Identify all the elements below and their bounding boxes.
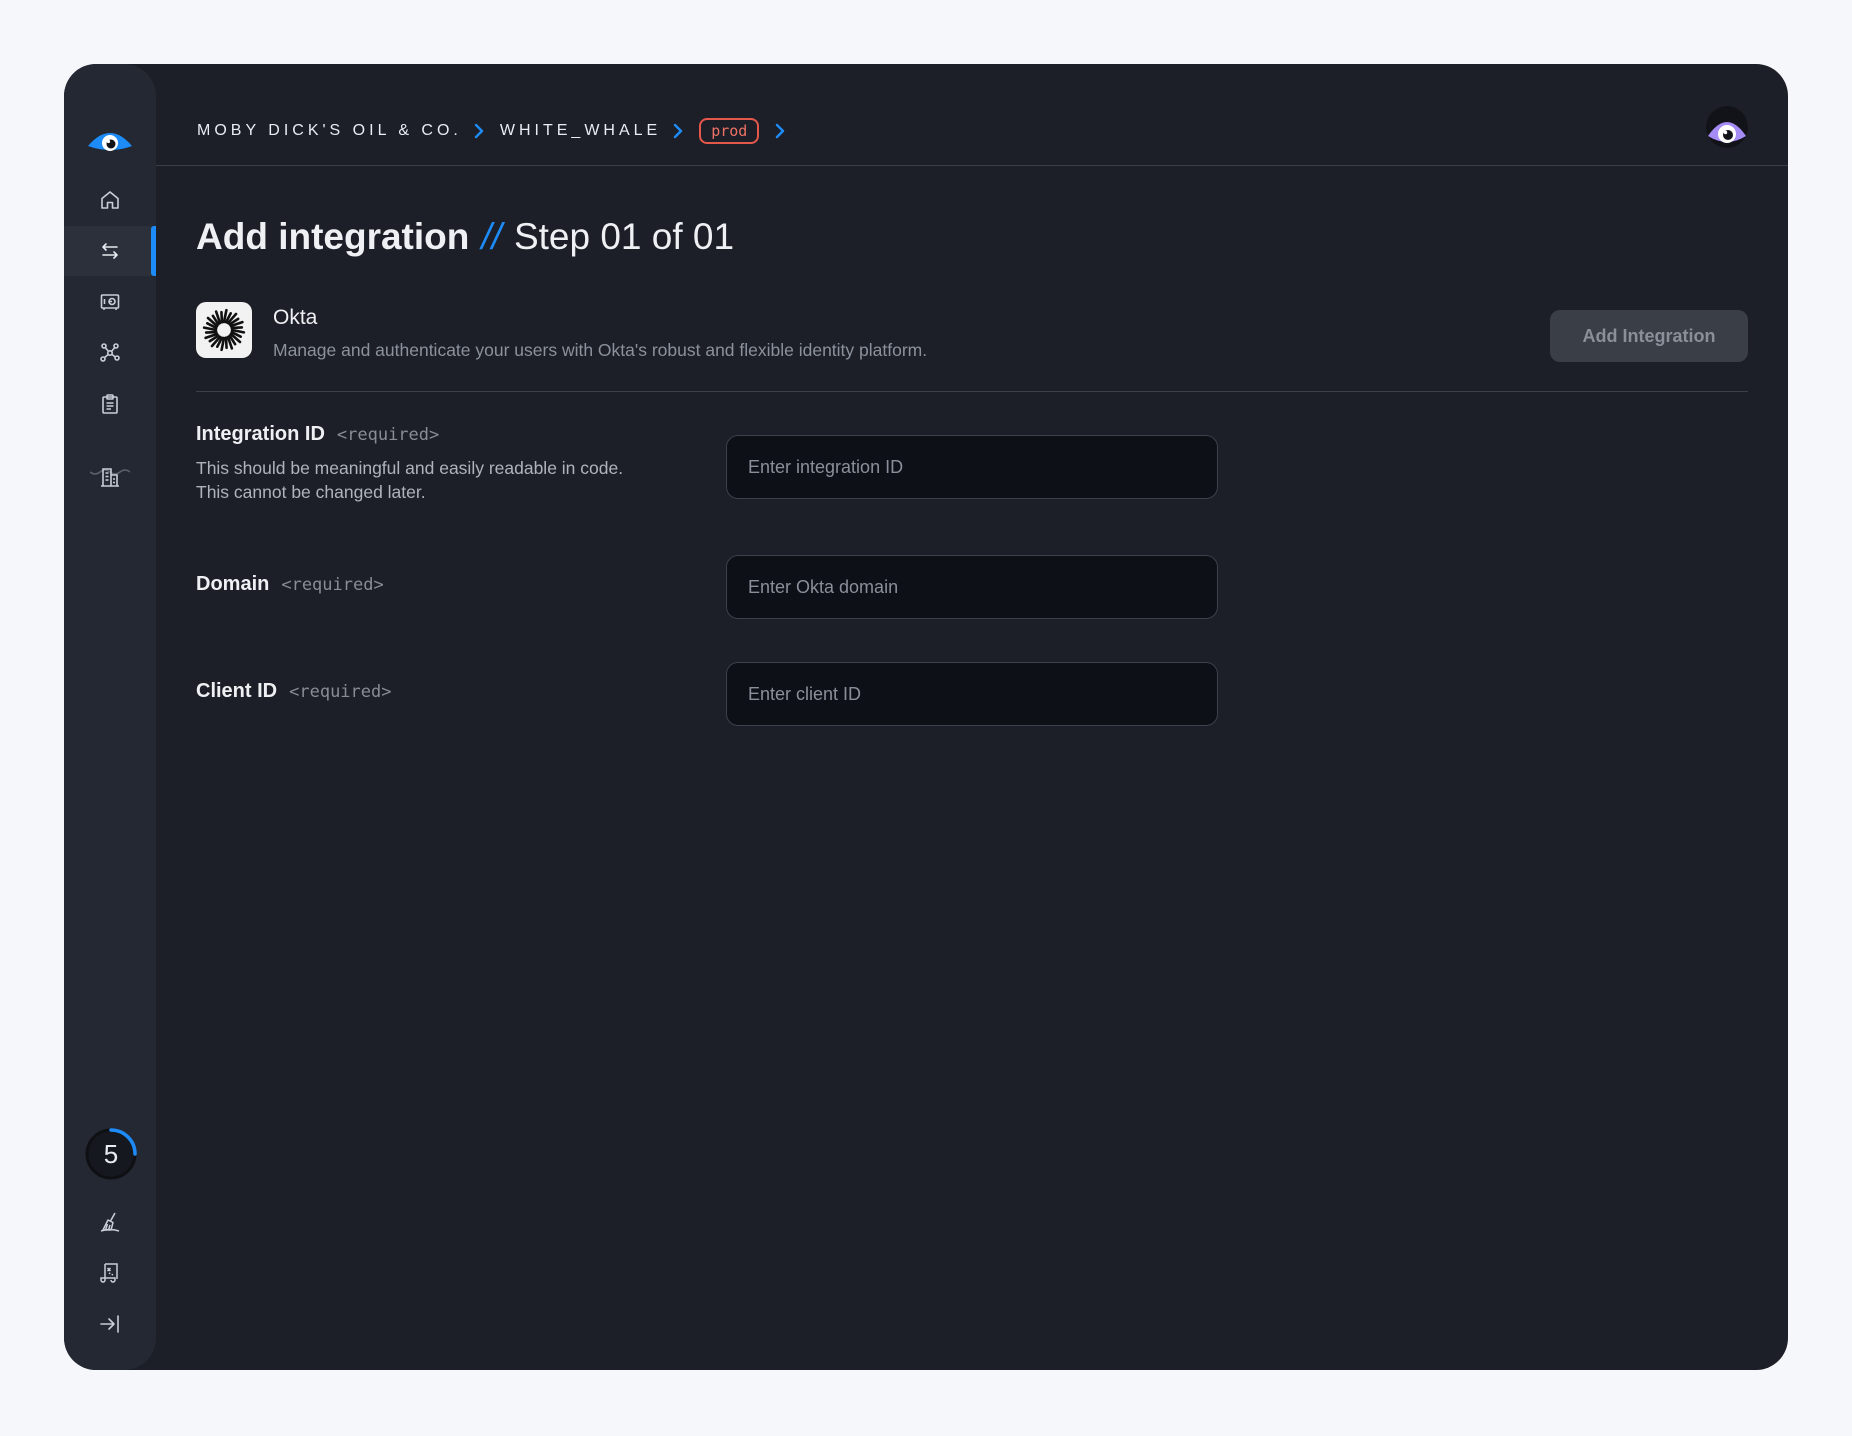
- sidebar-item-docs[interactable]: [64, 1248, 156, 1298]
- hint-line: This should be meaningful and easily rea…: [196, 458, 624, 478]
- domain-label-group: Domain <required>: [196, 573, 384, 596]
- sidebar-item-cleanup[interactable]: [64, 1197, 156, 1247]
- home-icon: [101, 191, 119, 209]
- integration-id-label-group: Integration ID <required> This should be …: [196, 423, 623, 504]
- integration-name: Okta: [273, 306, 318, 329]
- chevron-right-icon: [674, 123, 683, 139]
- arrows-exchange-icon: [102, 243, 118, 259]
- step-indicator: Step 01 of 01: [513, 216, 735, 257]
- app-logo-icon[interactable]: [86, 124, 134, 154]
- app-window: 5 MOBY DICK'S OIL & CO. WHITE_WHALE prod…: [64, 64, 1788, 1370]
- title-separator: //: [481, 216, 502, 257]
- integration-id-label: Integration ID: [196, 423, 325, 445]
- domain-input[interactable]: [726, 555, 1218, 619]
- okta-sunburst-icon: [202, 308, 246, 352]
- environment-badge[interactable]: prod: [699, 118, 760, 144]
- okta-logo: [196, 302, 252, 358]
- chevron-right-icon[interactable]: [773, 121, 787, 141]
- page-title: Add integration: [196, 216, 470, 257]
- scroll-map-icon: [100, 1263, 118, 1283]
- required-tag: <required>: [289, 682, 392, 702]
- integration-id-input[interactable]: [726, 435, 1218, 499]
- integration-description: Manage and authenticate your users with …: [273, 340, 928, 360]
- integration-id-hint: This should be meaningful and easily rea…: [196, 456, 623, 504]
- domain-label: Domain: [196, 573, 270, 595]
- sidebar-item-vault[interactable]: [64, 277, 156, 327]
- sidebar: 5: [64, 64, 156, 1370]
- client-id-input[interactable]: [726, 662, 1218, 726]
- collapse-sidebar-icon: [100, 1315, 119, 1333]
- sidebar-item-organization[interactable]: [64, 452, 156, 502]
- client-id-label: Client ID: [196, 680, 278, 702]
- vault-icon: [100, 294, 120, 310]
- required-tag: <required>: [281, 575, 384, 595]
- client-id-label-group: Client ID <required>: [196, 680, 391, 703]
- network-nodes-icon: [100, 343, 120, 362]
- buildings-icon: [101, 468, 119, 487]
- breadcrumb-project[interactable]: WHITE_WHALE: [500, 122, 661, 140]
- required-tag: <required>: [336, 425, 440, 445]
- breadcrumb: MOBY DICK'S OIL & CO. WHITE_WHALE prod: [197, 118, 801, 144]
- sidebar-item-network[interactable]: [64, 328, 156, 378]
- sidebar-item-home[interactable]: [64, 175, 156, 225]
- chevron-right-icon: [474, 123, 484, 139]
- notification-count[interactable]: 5: [84, 1127, 138, 1181]
- sidebar-item-collapse[interactable]: [64, 1299, 156, 1349]
- page-heading: Add integration // Step 01 of 01: [196, 216, 734, 258]
- breadcrumb-org[interactable]: MOBY DICK'S OIL & CO.: [197, 122, 462, 140]
- integration-summary: Okta Manage and authenticate your users …: [196, 302, 1748, 392]
- sidebar-item-integrations[interactable]: [64, 226, 156, 276]
- user-avatar[interactable]: [1706, 106, 1748, 148]
- add-integration-button[interactable]: Add Integration: [1550, 310, 1748, 362]
- broom-icon: [100, 1212, 120, 1232]
- top-header: MOBY DICK'S OIL & CO. WHITE_WHALE prod: [156, 64, 1788, 166]
- hint-line: This cannot be changed later.: [196, 482, 426, 502]
- clipboard-icon: [102, 394, 118, 414]
- sidebar-item-audit[interactable]: [64, 379, 156, 429]
